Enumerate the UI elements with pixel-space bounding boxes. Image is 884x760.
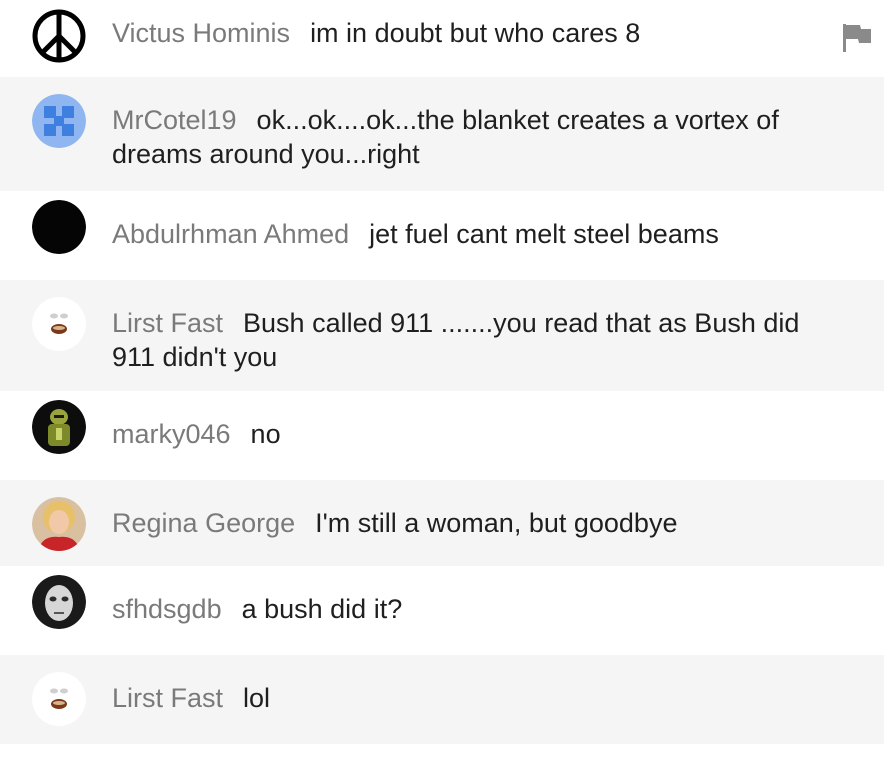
author-name[interactable]: Lirst Fast — [112, 308, 223, 338]
author-name[interactable]: marky046 — [112, 419, 231, 449]
peace-sign-icon[interactable] — [32, 9, 86, 63]
author-name[interactable]: sfhdsgdb — [112, 594, 222, 624]
message-text: im in doubt but who cares 8 — [310, 18, 641, 48]
chat-message: Lirst Fast lol — [0, 655, 884, 744]
author-name[interactable]: Regina George — [112, 508, 295, 538]
message-line: Lirst Fast lol — [112, 681, 844, 715]
chat-message: MrCotel19 ok...ok....ok...the blanket cre… — [0, 77, 884, 191]
message-line: marky046 no — [112, 417, 844, 451]
message-line: MrCotel19 ok...ok....ok...the blanket cre… — [112, 103, 844, 171]
chat-message: Lirst Fast Bush called 911 .......you rea… — [0, 280, 884, 391]
mask-avatar[interactable] — [32, 575, 86, 629]
message-line: sfhdsgdb a bush did it? — [112, 592, 844, 626]
chat-message: Regina George I'm still a woman, but good… — [0, 480, 884, 566]
message-line: Lirst Fast Bush called 911 .......you rea… — [112, 306, 844, 374]
message-line: Regina George I'm still a woman, but good… — [112, 506, 844, 540]
chat-message: sfhdsgdb a bush did it? — [0, 566, 884, 655]
chat-message: marky046 no — [0, 391, 884, 480]
message-line: Victus Hominis im in doubt but who cares … — [112, 16, 844, 50]
message-text: lol — [243, 683, 271, 713]
message-text: jet fuel cant melt steel beams — [369, 219, 719, 249]
message-line: Abdulrhman Ahmed jet fuel cant melt steel… — [112, 217, 844, 251]
author-name[interactable]: Abdulrhman Ahmed — [112, 219, 349, 249]
author-name[interactable]: MrCotel19 — [112, 105, 237, 135]
chat-message: Victus Hominis im in doubt but who cares … — [0, 0, 884, 77]
message-text: no — [250, 419, 281, 449]
flag-icon[interactable] — [840, 22, 874, 54]
author-name[interactable]: Victus Hominis — [112, 18, 290, 48]
message-text: a bush did it? — [241, 594, 403, 624]
message-text: I'm still a woman, but goodbye — [315, 508, 678, 538]
blue-pattern-avatar[interactable] — [32, 94, 86, 148]
chat-message: Abdulrhman Ahmed jet fuel cant melt steel… — [0, 191, 884, 280]
woman-photo-avatar[interactable] — [32, 497, 86, 551]
green-figure-avatar[interactable] — [32, 400, 86, 454]
face-avatar[interactable] — [32, 672, 86, 726]
face-avatar[interactable] — [32, 297, 86, 351]
chat-message-list: Victus Hominis im in doubt but who cares … — [0, 0, 884, 744]
black-avatar[interactable] — [32, 200, 86, 254]
author-name[interactable]: Lirst Fast — [112, 683, 223, 713]
